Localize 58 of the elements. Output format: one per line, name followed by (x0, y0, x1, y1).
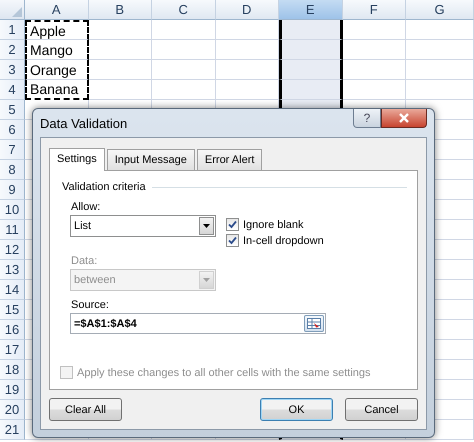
table-cell: Mango (25, 40, 88, 60)
dropdown-button[interactable] (199, 217, 214, 235)
dialog-button[interactable]: Clear All (49, 398, 122, 421)
close-icon (398, 113, 410, 123)
checkbox-label[interactable]: Ignore blank (243, 218, 304, 230)
row-header[interactable]: 2 (0, 40, 25, 60)
row-header[interactable]: 18 (0, 360, 25, 380)
source-field[interactable]: =$A$1:$A$4 (70, 313, 326, 334)
row-header[interactable]: 1 (0, 20, 25, 40)
row-header[interactable]: 5 (0, 100, 25, 120)
row-header[interactable]: 10 (0, 200, 25, 220)
field-label: Allow: (71, 201, 102, 213)
row-header[interactable]: 8 (0, 160, 25, 180)
field-label: Source: (71, 299, 110, 311)
table-cell: Orange (25, 60, 88, 80)
caret-icon (203, 278, 210, 282)
row-header[interactable]: 3 (0, 60, 25, 80)
row-header[interactable]: 21 (0, 420, 25, 440)
dialog-button[interactable]: OK (260, 398, 333, 421)
section-title: Validation criteria (62, 181, 146, 193)
checkbox[interactable] (226, 218, 239, 231)
grid-icon (307, 318, 321, 329)
column-header[interactable]: D (216, 0, 279, 20)
column-header[interactable]: B (88, 0, 152, 20)
dialog-button[interactable]: Cancel (345, 398, 418, 421)
field-label: Data: (71, 255, 98, 267)
table-cell: Banana (25, 80, 88, 100)
caret-icon (203, 224, 210, 228)
row-header[interactable]: 16 (0, 320, 25, 340)
close-button[interactable] (381, 109, 427, 128)
row-header[interactable]: 6 (0, 120, 25, 140)
column-header[interactable]: E (279, 0, 342, 20)
column-header[interactable]: A (25, 0, 88, 20)
tab[interactable]: Settings (49, 148, 105, 171)
row-header[interactable]: 4 (0, 80, 25, 100)
row-header[interactable]: 20 (0, 400, 25, 420)
checkbox[interactable] (226, 234, 239, 247)
row-header[interactable]: 14 (0, 280, 25, 300)
tab[interactable]: Input Message (106, 149, 195, 170)
help-button[interactable]: ? (353, 109, 381, 128)
row-header[interactable]: 17 (0, 340, 25, 360)
row-header[interactable]: 19 (0, 380, 25, 400)
row-header[interactable]: 9 (0, 180, 25, 200)
range-picker-button[interactable] (304, 315, 324, 332)
row-header[interactable]: 11 (0, 220, 25, 240)
column-header[interactable]: F (342, 0, 406, 20)
allow-dropdown[interactable]: List (70, 215, 216, 237)
row-header[interactable]: 12 (0, 240, 25, 260)
row-header[interactable]: 13 (0, 260, 25, 280)
window-title: Data Validation (40, 116, 128, 130)
tab[interactable]: Error Alert (196, 149, 262, 170)
row-header[interactable]: 7 (0, 140, 25, 160)
checkbox-label[interactable]: In-cell dropdown (243, 234, 324, 246)
column-header[interactable]: G (406, 0, 474, 20)
triangle-icon (12, 7, 22, 17)
table-cell: Apple (25, 20, 88, 40)
column-header[interactable]: C (152, 0, 216, 20)
row-header[interactable]: 15 (0, 300, 25, 320)
